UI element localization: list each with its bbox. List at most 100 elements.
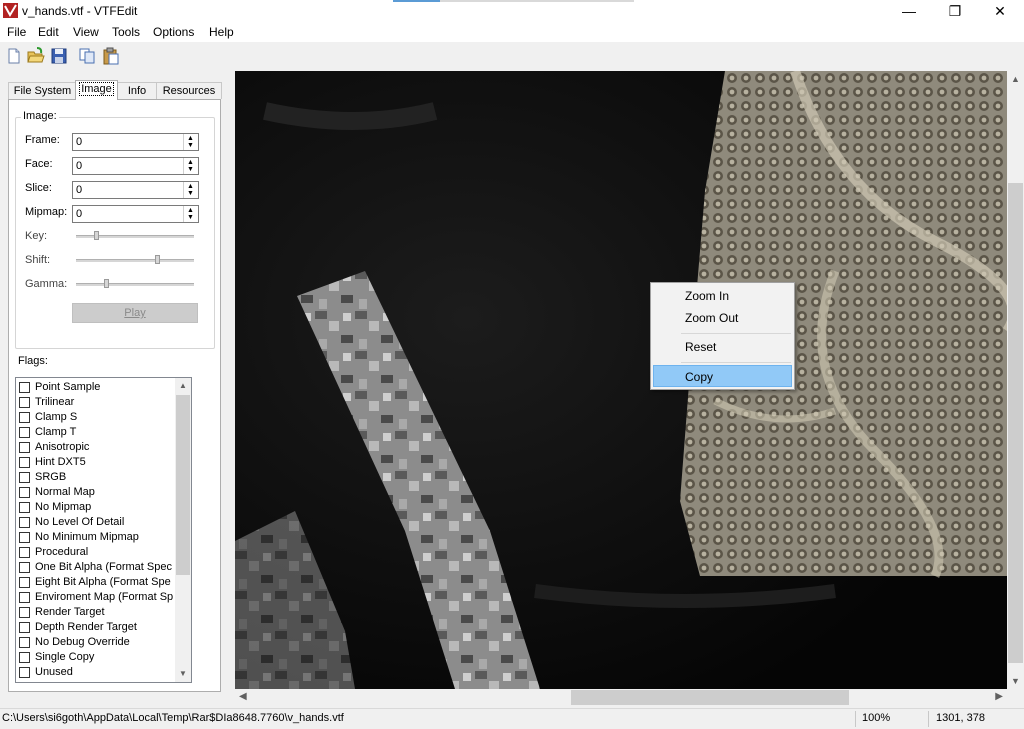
minimize-button[interactable]: — xyxy=(886,0,932,22)
menu-item-reset[interactable]: Reset xyxy=(653,336,792,358)
face-stepper[interactable]: 0 ▲ ▼ xyxy=(72,157,199,175)
flag-row[interactable]: Point Sample xyxy=(16,380,174,395)
flag-checkbox[interactable] xyxy=(19,397,30,408)
flag-checkbox[interactable] xyxy=(19,502,30,513)
flag-checkbox[interactable] xyxy=(19,652,30,663)
flag-checkbox[interactable] xyxy=(19,592,30,603)
flag-checkbox[interactable] xyxy=(19,487,30,498)
face-stepper-arrows[interactable]: ▲ ▼ xyxy=(183,158,198,174)
flag-row[interactable]: Normal Map xyxy=(16,485,174,500)
slice-stepper-arrows[interactable]: ▲ ▼ xyxy=(183,182,198,198)
flag-checkbox[interactable] xyxy=(19,637,30,648)
flag-checkbox[interactable] xyxy=(19,532,30,543)
scroll-left-icon[interactable]: ◀ xyxy=(239,691,247,702)
flag-checkbox[interactable] xyxy=(19,562,30,573)
flag-checkbox[interactable] xyxy=(19,427,30,438)
tab-info[interactable]: Info xyxy=(116,82,158,99)
slice-stepper[interactable]: 0 ▲ ▼ xyxy=(72,181,199,199)
scroll-right-icon[interactable]: ▶ xyxy=(995,691,1003,702)
flag-row[interactable]: Enviroment Map (Format Sp xyxy=(16,590,174,605)
paste-icon[interactable] xyxy=(102,47,120,65)
flag-row[interactable]: Clamp S xyxy=(16,410,174,425)
texture-viewport[interactable] xyxy=(235,71,1007,689)
copy-icon[interactable] xyxy=(78,47,96,65)
flag-label: Single Copy xyxy=(35,651,95,663)
flag-row[interactable]: No Minimum Mipmap xyxy=(16,530,174,545)
flag-checkbox[interactable] xyxy=(19,517,30,528)
flag-row[interactable]: Clamp T xyxy=(16,425,174,440)
viewport-horizontal-scrollbar[interactable]: ◀ ▶ xyxy=(235,689,1007,706)
flag-row[interactable]: Trilinear xyxy=(16,395,174,410)
flag-label: No Mipmap xyxy=(35,501,92,513)
flag-row[interactable]: Render Target xyxy=(16,605,174,620)
flag-checkbox[interactable] xyxy=(19,667,30,678)
menu-file[interactable]: File xyxy=(7,25,26,39)
frame-label: Frame: xyxy=(25,134,60,146)
mipmap-stepper[interactable]: 0 ▲ ▼ xyxy=(72,205,199,223)
vertical-scroll-thumb[interactable] xyxy=(1008,183,1023,663)
title-accent-bar xyxy=(393,0,440,2)
flag-checkbox[interactable] xyxy=(19,622,30,633)
key-slider-thumb[interactable] xyxy=(94,231,100,240)
scroll-down-icon[interactable]: ▼ xyxy=(175,666,191,682)
menu-options[interactable]: Options xyxy=(153,25,194,39)
new-file-icon[interactable] xyxy=(5,47,23,65)
flag-checkbox[interactable] xyxy=(19,412,30,423)
menu-help[interactable]: Help xyxy=(209,25,234,39)
scroll-up-icon[interactable]: ▲ xyxy=(175,378,191,394)
flag-checkbox[interactable] xyxy=(19,547,30,558)
horizontal-scroll-thumb[interactable] xyxy=(571,690,849,705)
frame-stepper[interactable]: 0 ▲ ▼ xyxy=(72,133,199,151)
mipmap-stepper-arrows[interactable]: ▲ ▼ xyxy=(183,206,198,222)
mipmap-label: Mipmap: xyxy=(25,206,68,218)
flag-row[interactable]: Hint DXT5 xyxy=(16,455,174,470)
menu-edit[interactable]: Edit xyxy=(38,25,59,39)
gamma-slider-thumb[interactable] xyxy=(103,279,109,288)
tab-file-system[interactable]: File System xyxy=(8,82,77,99)
flag-checkbox[interactable] xyxy=(19,577,30,588)
flag-row[interactable]: One Bit Alpha (Format Spec xyxy=(16,560,174,575)
tab-resources[interactable]: Resources xyxy=(156,82,222,99)
flag-row[interactable]: Single Copy xyxy=(16,650,174,665)
maximize-icon: ❐ xyxy=(948,2,962,19)
flags-scrollbar[interactable]: ▲ ▼ xyxy=(175,378,191,682)
flag-label: Point Sample xyxy=(35,381,101,393)
play-button[interactable]: Play xyxy=(72,303,198,323)
shift-label: Shift: xyxy=(25,254,51,266)
flag-checkbox[interactable] xyxy=(19,382,30,393)
flag-label: Enviroment Map (Format Sp xyxy=(35,591,174,603)
flag-row[interactable]: No Level Of Detail xyxy=(16,515,174,530)
flag-label: Render Target xyxy=(35,606,105,618)
flag-row[interactable]: No Mipmap xyxy=(16,500,174,515)
viewport-vertical-scrollbar[interactable]: ▲ ▼ xyxy=(1007,71,1024,689)
menu-tools[interactable]: Tools xyxy=(112,25,140,39)
face-label: Face: xyxy=(25,158,53,170)
flag-checkbox[interactable] xyxy=(19,607,30,618)
menu-item-copy[interactable]: Copy xyxy=(653,365,792,387)
flag-row[interactable]: No Debug Override xyxy=(16,635,174,650)
flag-row[interactable]: SRGB xyxy=(16,470,174,485)
menu-item-zoom-out[interactable]: Zoom Out xyxy=(653,307,792,329)
save-icon[interactable] xyxy=(50,47,68,65)
menu-view[interactable]: View xyxy=(73,25,99,39)
flag-row[interactable]: Anisotropic xyxy=(16,440,174,455)
flag-checkbox[interactable] xyxy=(19,442,30,453)
scroll-up-icon[interactable]: ▲ xyxy=(1007,74,1024,84)
open-folder-icon[interactable] xyxy=(27,47,45,65)
scroll-down-icon[interactable]: ▼ xyxy=(1007,676,1024,686)
flag-row[interactable]: Unused xyxy=(16,665,174,680)
flags-scroll-thumb[interactable] xyxy=(176,395,190,575)
flag-row[interactable]: Depth Render Target xyxy=(16,620,174,635)
flag-row[interactable]: Procedural xyxy=(16,545,174,560)
flag-checkbox[interactable] xyxy=(19,457,30,468)
maximize-button[interactable]: ❐ xyxy=(932,0,978,22)
slice-label: Slice: xyxy=(25,182,52,194)
tab-image[interactable]: Image xyxy=(75,80,118,100)
frame-stepper-arrows[interactable]: ▲ ▼ xyxy=(183,134,198,150)
shift-slider-thumb[interactable] xyxy=(155,255,161,264)
close-button[interactable]: ✕ xyxy=(977,0,1023,22)
flag-checkbox[interactable] xyxy=(19,472,30,483)
zoom-out-label: Zoom Out xyxy=(685,311,739,325)
flag-row[interactable]: Eight Bit Alpha (Format Spe xyxy=(16,575,174,590)
menu-item-zoom-in[interactable]: Zoom In xyxy=(653,285,792,307)
